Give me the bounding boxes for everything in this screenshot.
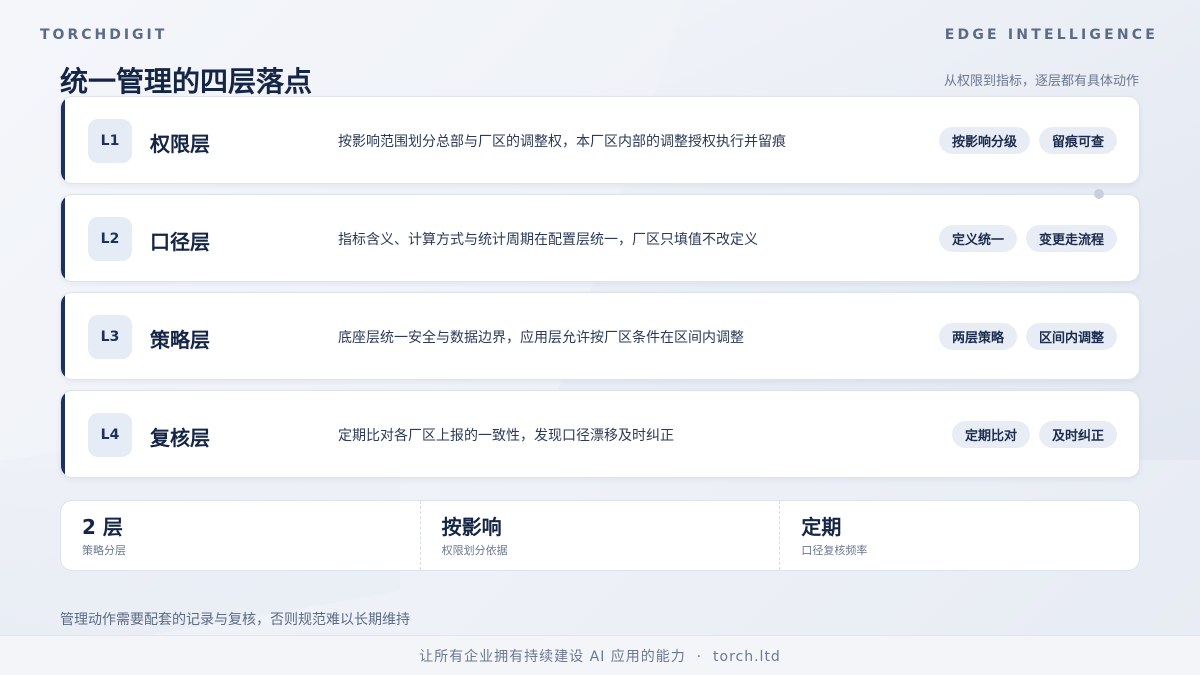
tag-group: 按影响分级 留痕可查 <box>938 127 1117 154</box>
stat-label: 策略分层 <box>82 544 126 557</box>
stat-value: 按影响 <box>441 515 502 539</box>
layer-card-l1: L1 权限层 按影响范围划分总部与厂区的调整权，本厂区内部的调整授权执行并留痕 … <box>60 96 1140 184</box>
footer-text: 让所有企业拥有持续建设 AI 应用的能力 · torch.ltd <box>419 648 781 665</box>
stat-item: 2 层 策略分层 <box>61 501 420 570</box>
tag: 两层策略 <box>938 323 1017 350</box>
layer-card-l4: L4 复核层 定期比对各厂区上报的一致性，发现口径漂移及时纠正 定期比对 及时纠… <box>60 390 1140 478</box>
layer-name: 复核层 <box>150 426 210 450</box>
layer-description: 定期比对各厂区上报的一致性，发现口径漂移及时纠正 <box>338 428 674 444</box>
tag-group: 两层策略 区间内调整 <box>938 323 1117 350</box>
tag: 变更走流程 <box>1025 225 1117 252</box>
stat-label: 权限划分依据 <box>441 544 508 557</box>
brand-logo: TORCHDIGIT <box>40 27 168 43</box>
tag: 及时纠正 <box>1038 421 1117 448</box>
layer-name: 权限层 <box>150 132 210 156</box>
page-subtitle: 从权限到指标，逐层都有具体动作 <box>943 74 1139 89</box>
tag: 定义统一 <box>938 225 1017 252</box>
layer-card-l2: L2 口径层 指标含义、计算方式与统计周期在配置层统一，厂区只填值不改定义 定义… <box>60 194 1140 282</box>
tag: 按影响分级 <box>938 127 1030 154</box>
tag-group: 定期比对 及时纠正 <box>951 421 1117 448</box>
level-badge: L1 <box>88 119 132 163</box>
layer-name: 策略层 <box>150 328 210 352</box>
layer-name: 口径层 <box>150 230 210 254</box>
tagline: EDGE INTELLIGENCE <box>944 27 1158 43</box>
footer-bar: 让所有企业拥有持续建设 AI 应用的能力 · torch.ltd <box>0 635 1200 675</box>
layer-card-l3: L3 策略层 底座层统一安全与数据边界，应用层允许按厂区条件在区间内调整 两层策… <box>60 292 1140 380</box>
tag: 定期比对 <box>951 421 1030 448</box>
layer-description: 指标含义、计算方式与统计周期在配置层统一，厂区只填值不改定义 <box>338 232 758 248</box>
stat-item: 按影响 权限划分依据 <box>419 501 780 570</box>
stat-label: 口径复核频率 <box>801 544 868 557</box>
stat-value: 2 层 <box>82 515 123 539</box>
stat-item: 定期 口径复核频率 <box>779 501 1139 570</box>
layer-list: L1 权限层 按影响范围划分总部与厂区的调整权，本厂区内部的调整授权执行并留痕 … <box>60 96 1140 488</box>
tag: 留痕可查 <box>1038 127 1117 154</box>
footnote: 管理动作需要配套的记录与复核，否则规范难以长期维持 <box>60 612 410 628</box>
level-badge: L4 <box>88 413 132 457</box>
stats-panel: 2 层 策略分层 按影响 权限划分依据 定期 口径复核频率 <box>60 500 1140 571</box>
decorative-dot <box>1094 189 1104 199</box>
level-badge: L2 <box>88 217 132 261</box>
stat-value: 定期 <box>801 515 842 539</box>
page-title: 统一管理的四层落点 <box>60 65 313 98</box>
level-badge: L3 <box>88 315 132 359</box>
layer-description: 底座层统一安全与数据边界，应用层允许按厂区条件在区间内调整 <box>338 330 744 346</box>
tag: 区间内调整 <box>1025 323 1117 350</box>
tag-group: 定义统一 变更走流程 <box>938 225 1117 252</box>
layer-description: 按影响范围划分总部与厂区的调整权，本厂区内部的调整授权执行并留痕 <box>338 134 786 150</box>
